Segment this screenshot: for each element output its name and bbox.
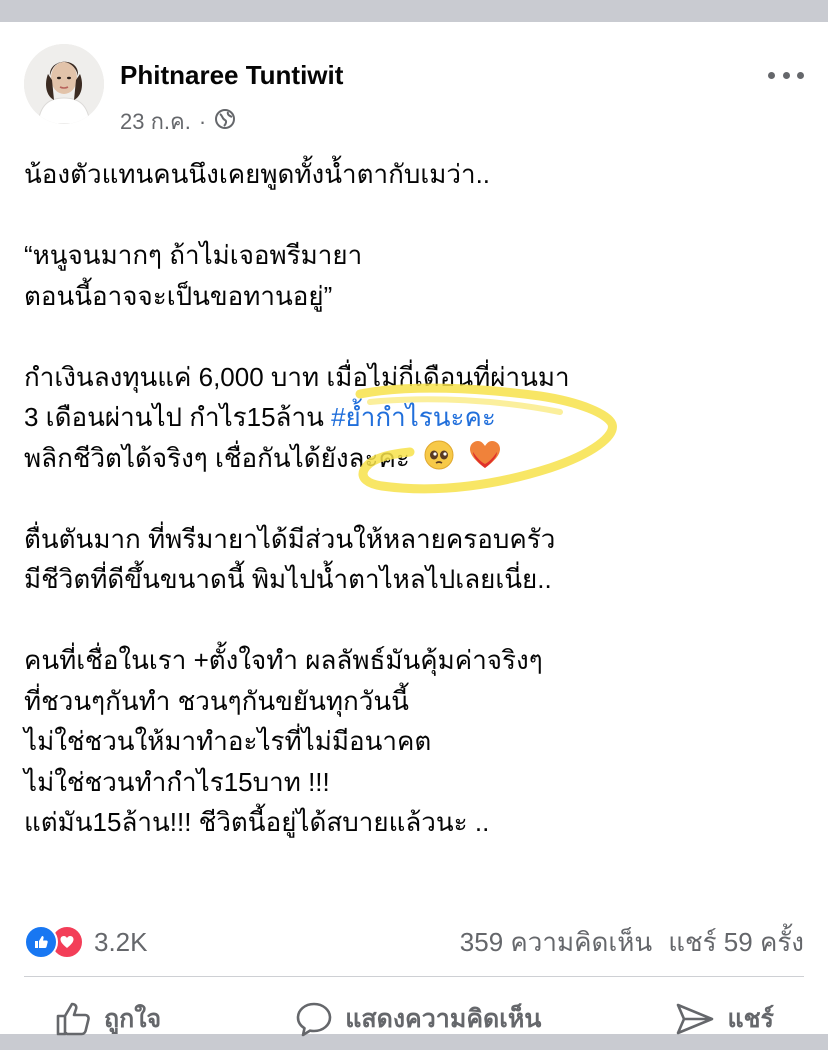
avatar[interactable] xyxy=(24,44,104,124)
body-line: น้องตัวแทนคนนึงเคยพูดทั้งน้ำตากับเมว่า.. xyxy=(24,159,491,189)
share-label: แชร์ xyxy=(727,1005,774,1033)
body-line: คนที่เชื่อในเรา +ตั้งใจทำ ผลลัพธ์มันคุ้ม… xyxy=(24,645,543,675)
like-button[interactable]: ถูกใจ xyxy=(24,999,191,1039)
post-stats: 3.2K 359 ความคิดเห็น แชร์ 59 ครั้ง xyxy=(24,920,804,964)
body-line: “หนูจนมากๆ ถ้าไม่เจอพรีมายา xyxy=(24,240,363,270)
body-line: ไม่ใช่ชวนให้มาทำอะไรที่ไม่มีอนาคต xyxy=(24,726,432,756)
hashtag-link[interactable]: #ย้ำกำไรนะคะ xyxy=(331,402,496,432)
share-count[interactable]: แชร์ 59 ครั้ง xyxy=(668,922,804,963)
meta-separator: · xyxy=(198,108,207,134)
share-arrow-icon xyxy=(675,1000,715,1038)
like-reaction-icon xyxy=(24,925,58,959)
reaction-count: 3.2K xyxy=(94,926,148,957)
comment-count[interactable]: 359 ความคิดเห็น xyxy=(460,922,652,963)
thumbs-up-icon xyxy=(54,1000,92,1038)
divider xyxy=(24,976,804,977)
body-line: มีชีวิตที่ดีขึ้นขนาดนี้ พิมไปน้ำตาไหลไปเ… xyxy=(24,564,552,594)
body-line: พลิกชีวิตได้จริงๆ เชื่อกันได้ยังละคะ xyxy=(24,438,804,479)
globe-icon xyxy=(214,108,236,136)
body-line-text: 3 เดือนผ่านไป กำไร15ล้าน xyxy=(24,402,332,432)
comment-icon xyxy=(295,1000,333,1038)
body-line: ตอนนี้อาจจะเป็นขอทานอยู่” xyxy=(24,280,333,311)
post-date[interactable]: 23 ก.ค. xyxy=(120,104,191,139)
body-line: ที่ชวนๆกันทำ ชวนๆกันขยันทุกวันนี้ xyxy=(24,685,409,716)
comment-label: แสดงความคิดเห็น xyxy=(345,1005,542,1033)
body-line-text: พลิกชีวิตได้จริงๆ เชื่อกันได้ยังละคะ xyxy=(24,442,410,473)
body-line: ตื่นตันมาก ที่พรีมายาได้มีส่วนให้หลายครอ… xyxy=(24,523,556,554)
like-label: ถูกใจ xyxy=(104,1005,162,1033)
body-line: 3 เดือนผ่านไป กำไร15ล้าน #ย้ำกำไรนะคะ xyxy=(24,397,804,438)
reactions-summary[interactable]: 3.2K xyxy=(24,925,148,959)
comment-button[interactable]: แสดงความคิดเห็น xyxy=(265,999,571,1039)
post-meta: 23 ก.ค. · xyxy=(120,104,236,139)
action-bar: ถูกใจ แสดงความคิดเห็น แชร์ xyxy=(24,988,804,1050)
post-card: Phitnaree Tuntiwit 23 ก.ค. · น้องตัวแทนค… xyxy=(0,22,828,1037)
post-header: Phitnaree Tuntiwit 23 ก.ค. · xyxy=(24,44,804,134)
share-button[interactable]: แชร์ xyxy=(645,999,804,1039)
body-line: แต่มัน15ล้าน!!! ชีวิตนี้อยู่ได้สบายแล้วน… xyxy=(24,807,490,837)
body-line: ไม่ใช่ชวนทำกำไร15บาท !!! xyxy=(24,766,330,797)
body-line: กำเงินลงทุนแค่ 6,000 บาท เมื่อไม่กี่เดือ… xyxy=(24,361,570,392)
pleading-face-emoji-icon xyxy=(423,439,455,483)
author-name[interactable]: Phitnaree Tuntiwit xyxy=(120,60,343,91)
orange-heart-emoji-icon xyxy=(468,439,502,483)
post-body: น้องตัวแทนคนนึงเคยพูดทั้งน้ำตากับเมว่า..… xyxy=(24,154,804,843)
more-options-icon[interactable] xyxy=(768,68,804,82)
